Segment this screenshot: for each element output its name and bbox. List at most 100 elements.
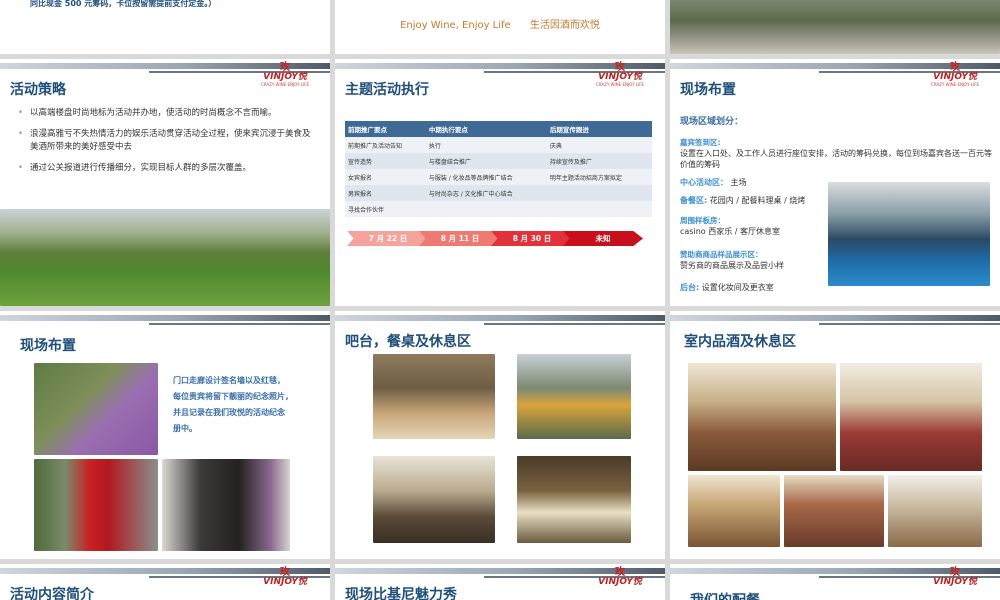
slide-strategy[interactable]: 玫 VINJOY悦 CRAZY WINE ENJOY LIFE 活动策略 以高端… <box>0 59 330 306</box>
header-bar-line <box>818 323 1000 325</box>
slide-top-middle[interactable]: Enjoy Wine, Enjoy Life 生活因酒而欢悦 <box>335 0 665 54</box>
table-row: 男宾报名 与时尚杂志 / 文化推广中心结合 <box>345 185 652 201</box>
timeline-step: 未知 <box>563 231 643 246</box>
slide-title: 室内品酒及休息区 <box>684 334 796 350</box>
slide-title: 吧台，餐桌及休息区 <box>345 334 471 350</box>
lounge-photo-2 <box>840 363 982 471</box>
zone-sponsor: 赞助商商品样品展示区： 赞劣商的商品展示及品尝小样 <box>680 249 784 271</box>
lounge-photo-5 <box>888 475 982 547</box>
logo-en: VINJOY悦 <box>598 72 642 82</box>
bullet: 以高端楼盘时尚地标为活动并办地，使活动的时尚概念不言而喻。 <box>18 107 318 120</box>
cell: 前期推广及活动告知 <box>345 137 426 153</box>
slide-title: 主题活动执行 <box>345 82 429 98</box>
bar-photo-3 <box>373 456 495 543</box>
header-bar <box>335 315 665 321</box>
caption-line: 册中。 <box>173 424 197 433</box>
cell: 宣传造势 <box>345 153 426 169</box>
timeline-step: 7 月 22 日 <box>347 231 429 246</box>
cell: 男宾报名 <box>345 185 426 201</box>
slide-title: 现场布置 <box>20 338 76 354</box>
cell: 持续宣传及推广 <box>546 153 652 169</box>
cell <box>425 201 547 217</box>
cell: 与楼盘结合推广 <box>425 153 547 169</box>
slide-title: 现场布置 <box>680 82 736 98</box>
bullet: 浪漫高雅亏不失热情活力的娱乐活动贯穿活动全过程，使来宾沉浸于美食及美酒所带来的美… <box>18 128 318 154</box>
slide-catering[interactable]: 玫 VINJOY悦 我们的配餐 <box>670 564 1000 600</box>
zone-center: 中心活动区： 主场 <box>680 177 747 188</box>
tagline-en: Enjoy Wine, Enjoy Life <box>400 20 511 31</box>
zone-label: 赞助商商品样品展示区： <box>680 250 763 259</box>
slide-top-right[interactable] <box>670 0 1000 54</box>
vinjoy-logo: 玫 VINJOY悦 <box>920 568 990 587</box>
logo-en: VINJOY悦 <box>933 72 977 82</box>
table-row: 前期推广及活动告知 执行 庆典 <box>345 137 652 153</box>
execution-table: 前期推广要点 中期执行要点 后期宣传跟进 前期推广及活动告知 执行 庆典 宣传造… <box>345 121 652 217</box>
zone-label: 嘉宾签到区: <box>680 138 721 147</box>
cell: 女宾报名 <box>345 169 426 185</box>
timeline-step: 8 月 11 日 <box>419 231 501 246</box>
cell: 明年主题活动招商方案拟定 <box>546 169 652 185</box>
cell: 与时尚杂志 / 文化推广中心结合 <box>425 185 547 201</box>
logo-en: VINJOY悦 <box>263 72 307 82</box>
bar-photo-2 <box>517 354 631 439</box>
logo-sub: CRAZY WINE ENJOY LIFE <box>260 82 310 87</box>
tagline: Enjoy Wine, Enjoy Life 生活因酒而欢悦 <box>335 16 665 31</box>
red-wall-photo <box>34 459 158 551</box>
logo-en: VINJOY悦 <box>263 577 307 587</box>
lounge-photo-3 <box>688 475 780 547</box>
slide-activity-intro[interactable]: 玫 VINJOY悦 活动内容简介 <box>0 564 330 600</box>
zone-backstage: 后台: 设置化妆间及更衣室 <box>680 282 774 293</box>
zone-text: 设置化妆间及更衣室 <box>701 283 774 292</box>
slide-bar-dining[interactable]: 吧台，餐桌及休息区 <box>335 311 665 559</box>
top-note: 同比现金 500 元筹码，卡位按留需提前支付定金。） <box>30 0 217 8</box>
purple-carpet-photo <box>34 363 158 455</box>
slide-bikini-show[interactable]: 玫 VINJOY悦 现场比基尼魅力秀 <box>335 564 665 600</box>
col-header: 后期宣传跟进 <box>546 121 652 137</box>
table-row: 女宾报名 与服装 / 化妆品等品牌推广结合 明年主题活动招商方案拟定 <box>345 169 652 185</box>
slide-top-left[interactable]: 同比现金 500 元筹码，卡位按留需提前支付定金。） <box>0 0 330 54</box>
zone-label: 中心活动区： <box>680 178 728 187</box>
col-header: 中期执行要点 <box>425 121 547 137</box>
zone-label: 后台: <box>680 283 700 292</box>
header-bar <box>0 315 330 321</box>
zone-reception: 嘉宾签到区: 设置在入口处、及工作人员进行座位安排，活动的筹码兑换，每位到场嘉宾… <box>680 137 995 170</box>
slide-title: 我们的配餐 <box>690 590 760 600</box>
lawn-photo <box>0 209 330 306</box>
zones-subtitle: 现场区域划分： <box>680 117 744 127</box>
caption-line: 每位贵宾将留下靓丽的纪念照片， <box>173 392 293 401</box>
table-row: 宣传造势 与楼盘结合推广 持续宣传及推广 <box>345 153 652 169</box>
bar-photo-1 <box>373 354 495 439</box>
garden-photo <box>670 0 1000 54</box>
doorway-photo <box>162 459 290 551</box>
col-header: 前期推广要点 <box>345 121 426 137</box>
timeline-step: 8 月 30 日 <box>491 231 573 246</box>
cell: 与服装 / 化妆品等品牌推广结合 <box>425 169 547 185</box>
lounge-photo-4 <box>784 475 884 547</box>
pool-photo <box>828 182 990 286</box>
zone-text: 花园内 / 配餐料理桌 / 烧烤 <box>709 196 806 205</box>
header-bar-line <box>483 323 665 325</box>
table-row: 寻找合作伙伴 <box>345 201 652 217</box>
vinjoy-logo: 玫 VINJOY悦 CRAZY WINE ENJOY LIFE <box>920 63 990 88</box>
slide-indoor-lounge[interactable]: 室内品酒及休息区 <box>670 311 1000 559</box>
zone-label: 备餐区: <box>680 196 708 205</box>
cell: 执行 <box>425 137 547 153</box>
zone-model-rooms: 周围样板房： casino 西家乐 / 客厅休息室 <box>680 215 780 237</box>
header-bar-line <box>148 323 330 325</box>
slide-title: 活动内容简介 <box>10 587 94 600</box>
logo-sub: CRAZY WINE ENJOY LIFE <box>595 82 645 87</box>
logo-en: VINJOY悦 <box>933 577 977 587</box>
bar-photo-4 <box>517 456 631 543</box>
slide-grid: 同比现金 500 元筹码，卡位按留需提前支付定金。） Enjoy Wine, E… <box>0 0 1000 600</box>
caption-line: 并且记录在我们玫悦的活动纪念 <box>173 408 285 417</box>
vinjoy-logo: 玫 VINJOY悦 CRAZY WINE ENJOY LIFE <box>250 63 320 88</box>
slide-title: 活动策略 <box>10 82 66 98</box>
bullet: 通过公关报道进行传播细分，实现目标人群的多层次覆盖。 <box>18 162 318 175</box>
logo-sub: CRAZY WINE ENJOY LIFE <box>930 82 980 87</box>
slide-layout-zones[interactable]: 玫 VINJOY悦 CRAZY WINE ENJOY LIFE 现场布置 现场区… <box>670 59 1000 306</box>
logo-en: VINJOY悦 <box>598 577 642 587</box>
slide-execution[interactable]: 玫 VINJOY悦 CRAZY WINE ENJOY LIFE 主题活动执行 前… <box>335 59 665 306</box>
cell: 庆典 <box>546 137 652 153</box>
slide-entrance-layout[interactable]: 现场布置 门口走廊设计签名墙以及红毯， 每位贵宾将留下靓丽的纪念照片， 并且记录… <box>0 311 330 559</box>
header-bar <box>670 315 1000 321</box>
